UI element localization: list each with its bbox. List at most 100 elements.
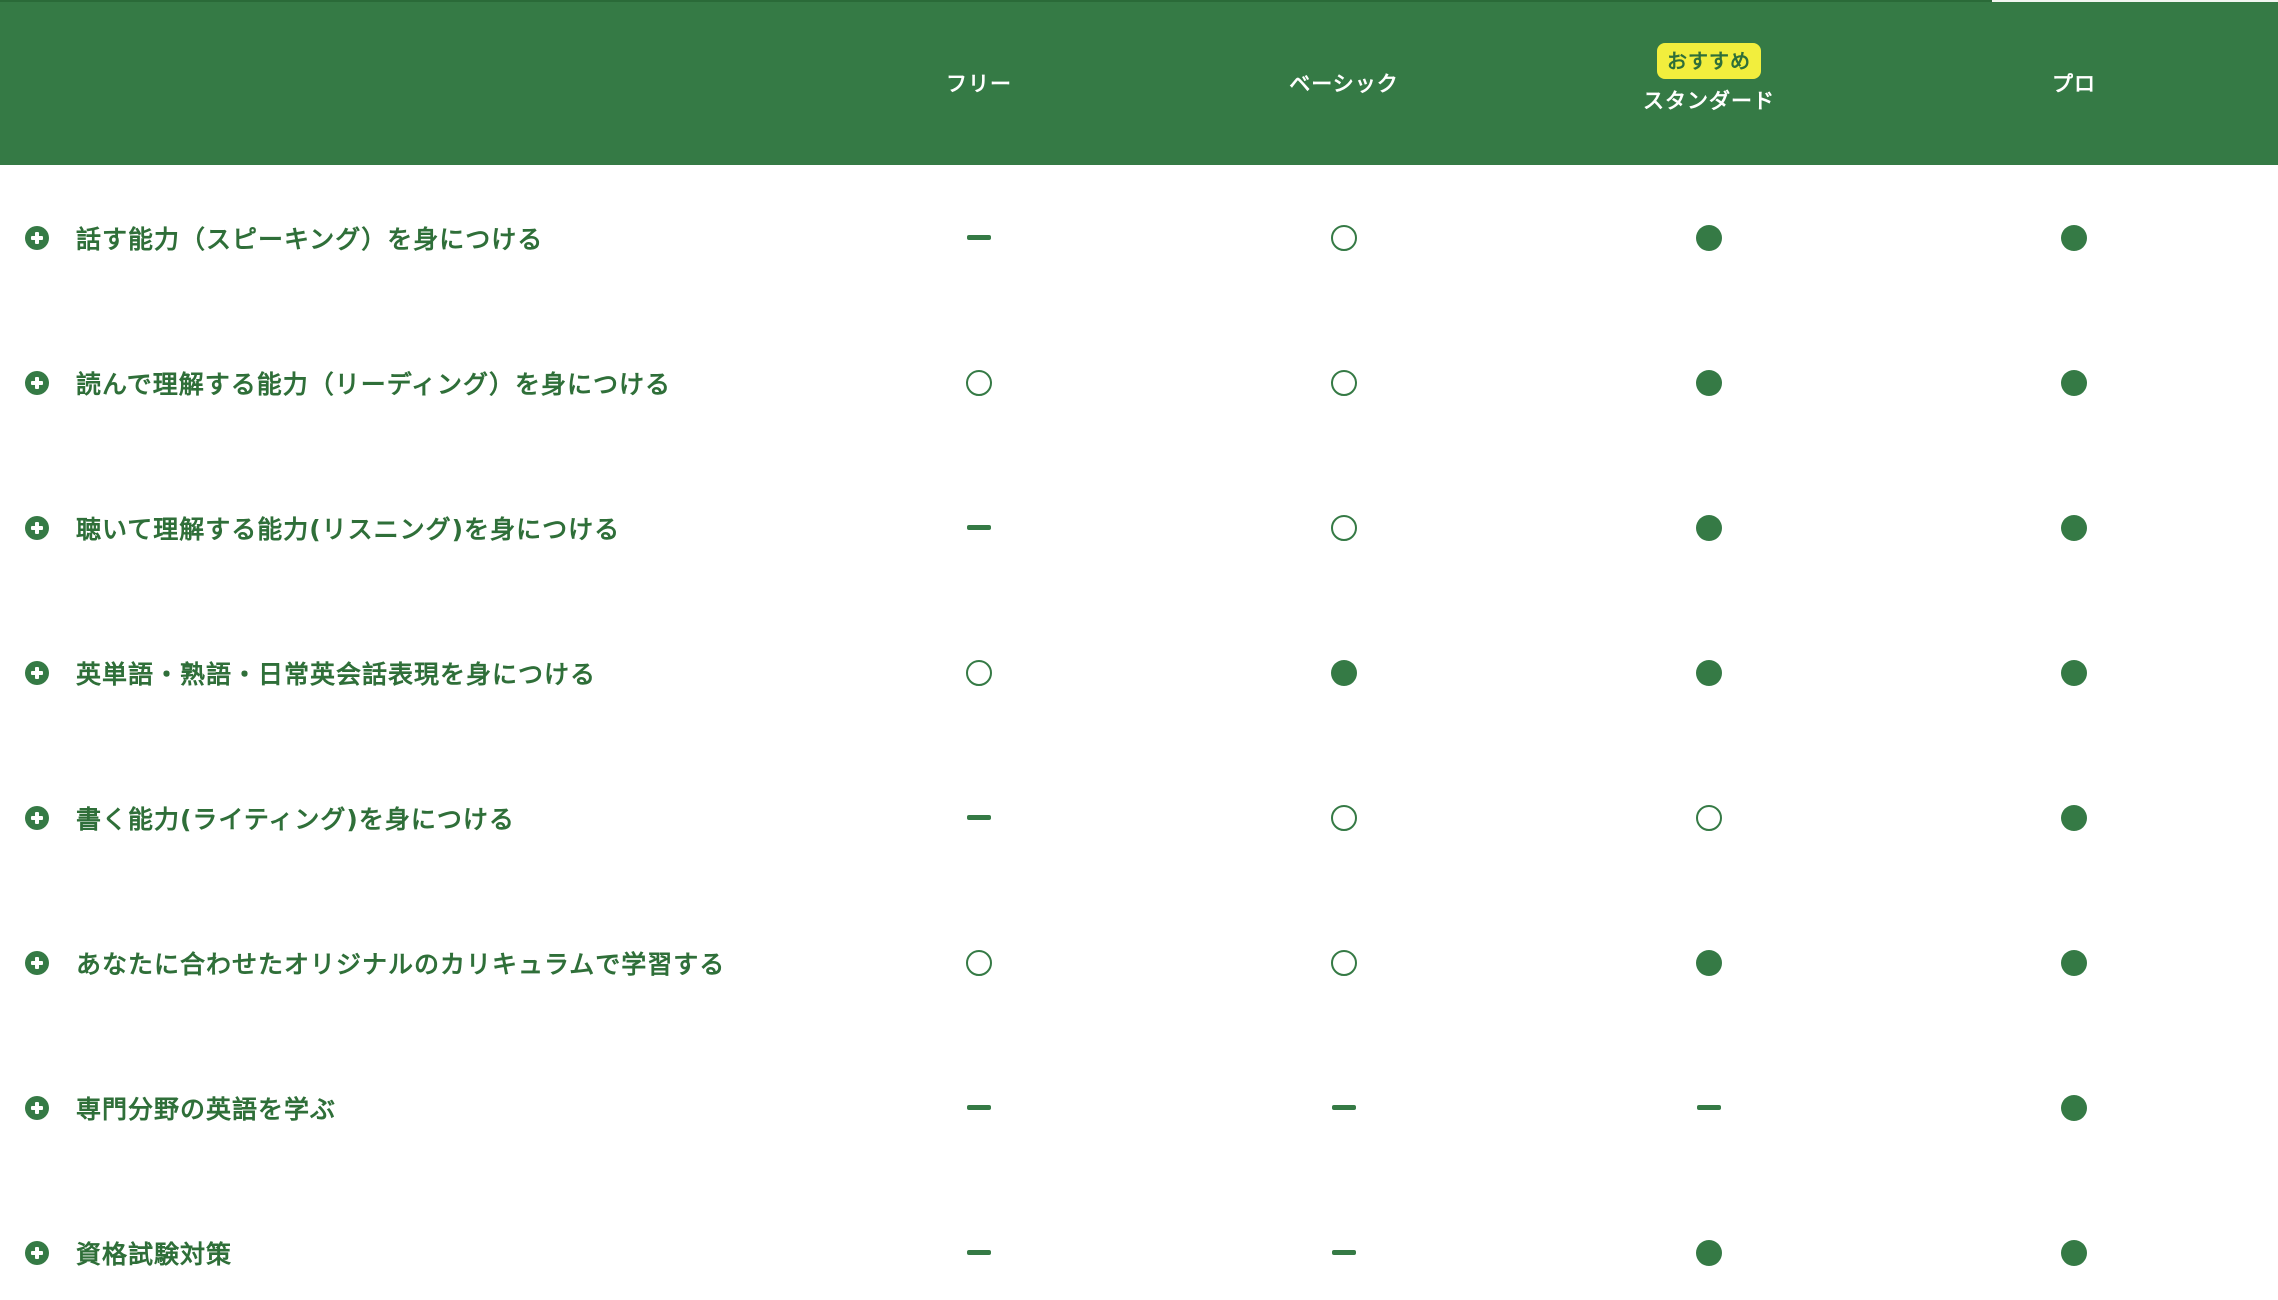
feature-label: 聴いて理解する能力(リスニング)を身につける [76, 514, 621, 544]
full-dot-icon [2061, 224, 2087, 251]
full-dot-icon [1696, 369, 1722, 396]
cell-free [869, 600, 1089, 745]
recommended-badge: おすすめ [1657, 43, 1761, 79]
cell-standard [1599, 600, 1819, 745]
plus-circle-icon[interactable] [24, 1095, 50, 1121]
cell-basic [1234, 310, 1454, 455]
partial-circle-icon [1696, 804, 1722, 831]
feature-label: 読んで理解する能力（リーディング）を身につける [76, 369, 672, 399]
plan-label-basic: ベーシック [1289, 72, 1399, 96]
cell-pro [1964, 310, 2184, 455]
feature-row: 聴いて理解する能力(リスニング)を身につける [0, 455, 2278, 600]
not-included-dash-icon [967, 815, 991, 820]
cell-basic [1234, 165, 1454, 310]
cell-free [869, 1180, 1089, 1300]
plan-label-free: フリー [946, 72, 1012, 96]
partial-circle-icon [966, 949, 992, 976]
feature-toggle[interactable]: 読んで理解する能力（リーディング）を身につける [24, 310, 671, 455]
cell-free [869, 745, 1089, 890]
full-dot-icon [1696, 949, 1722, 976]
cell-standard [1599, 1035, 1819, 1180]
plus-circle-icon[interactable] [24, 225, 50, 251]
feature-label: 英単語・熟語・日常英会話表現を身につける [76, 659, 597, 689]
cell-standard [1599, 890, 1819, 1035]
cell-basic [1234, 1035, 1454, 1180]
not-included-dash-icon [967, 235, 991, 240]
cell-standard [1599, 165, 1819, 310]
feature-toggle[interactable]: あなたに合わせたオリジナルのカリキュラムで学習する [24, 890, 725, 1035]
full-dot-icon [2061, 369, 2087, 396]
plan-label-standard: スタンダード [1643, 89, 1775, 113]
cell-pro [1964, 1035, 2184, 1180]
feature-toggle[interactable]: 書く能力(ライティング)を身につける [24, 745, 515, 890]
cell-standard [1599, 310, 1819, 455]
table-header: フリー ベーシック おすすめ スタンダード プロ [0, 0, 2278, 165]
feature-row: 専門分野の英語を学ぶ [0, 1035, 2278, 1180]
plus-circle-icon[interactable] [24, 805, 50, 831]
full-dot-icon [1696, 514, 1722, 541]
cell-free [869, 455, 1089, 600]
full-dot-icon [2061, 514, 2087, 541]
full-dot-icon [2061, 1094, 2087, 1121]
not-included-dash-icon [967, 525, 991, 530]
full-dot-icon [1696, 224, 1722, 251]
partial-circle-icon [1331, 804, 1357, 831]
plan-column-standard: おすすめ スタンダード [1599, 0, 1819, 165]
full-dot-icon [1696, 659, 1722, 686]
feature-label: 書く能力(ライティング)を身につける [76, 804, 515, 834]
feature-row: 英単語・熟語・日常英会話表現を身につける [0, 600, 2278, 745]
feature-label: 話す能力（スピーキング）を身につける [76, 224, 544, 254]
feature-row: 書く能力(ライティング)を身につける [0, 745, 2278, 890]
feature-label: 専門分野の英語を学ぶ [76, 1094, 337, 1124]
plan-column-basic: ベーシック [1234, 0, 1454, 165]
cell-basic [1234, 455, 1454, 600]
feature-toggle[interactable]: 聴いて理解する能力(リスニング)を身につける [24, 455, 620, 600]
plan-column-free: フリー [869, 0, 1089, 165]
cell-basic [1234, 600, 1454, 745]
plus-circle-icon[interactable] [24, 370, 50, 396]
cell-pro [1964, 1180, 2184, 1300]
cell-standard [1599, 745, 1819, 890]
feature-row: 話す能力（スピーキング）を身につける [0, 165, 2278, 310]
feature-row: 読んで理解する能力（リーディング）を身につける [0, 310, 2278, 455]
plan-comparison-table: フリー ベーシック おすすめ スタンダード プロ 話す能力（スピーキング）を身に… [0, 0, 2278, 1300]
plus-circle-icon[interactable] [24, 950, 50, 976]
full-dot-icon [2061, 1239, 2087, 1266]
cell-basic [1234, 745, 1454, 890]
cell-pro [1964, 745, 2184, 890]
cell-pro [1964, 600, 2184, 745]
cell-basic [1234, 890, 1454, 1035]
cell-free [869, 890, 1089, 1035]
feature-toggle[interactable]: 話す能力（スピーキング）を身につける [24, 165, 543, 310]
full-dot-icon [1696, 1239, 1722, 1266]
feature-toggle[interactable]: 英単語・熟語・日常英会話表現を身につける [24, 600, 596, 745]
partial-circle-icon [1331, 949, 1357, 976]
cell-basic [1234, 1180, 1454, 1300]
feature-row: 資格試験対策 [0, 1180, 2278, 1300]
partial-circle-icon [1331, 369, 1357, 396]
cell-free [869, 1035, 1089, 1180]
not-included-dash-icon [967, 1105, 991, 1110]
feature-row: あなたに合わせたオリジナルのカリキュラムで学習する [0, 890, 2278, 1035]
cell-standard [1599, 455, 1819, 600]
plan-column-pro: プロ [1964, 0, 2184, 165]
feature-rows: 話す能力（スピーキング）を身につける読んで理解する能力（リーディング）を身につけ… [0, 165, 2278, 1300]
partial-circle-icon [1331, 224, 1357, 251]
partial-circle-icon [966, 369, 992, 396]
feature-toggle[interactable]: 専門分野の英語を学ぶ [24, 1035, 336, 1180]
plus-circle-icon[interactable] [24, 515, 50, 541]
feature-toggle[interactable]: 資格試験対策 [24, 1180, 232, 1300]
cell-free [869, 165, 1089, 310]
full-dot-icon [1331, 659, 1357, 686]
plus-circle-icon[interactable] [24, 660, 50, 686]
cell-pro [1964, 455, 2184, 600]
full-dot-icon [2061, 659, 2087, 686]
not-included-dash-icon [1332, 1105, 1356, 1110]
plus-circle-icon[interactable] [24, 1240, 50, 1266]
full-dot-icon [2061, 949, 2087, 976]
not-included-dash-icon [967, 1250, 991, 1255]
full-dot-icon [2061, 804, 2087, 831]
cell-pro [1964, 165, 2184, 310]
partial-circle-icon [966, 659, 992, 686]
cell-pro [1964, 890, 2184, 1035]
